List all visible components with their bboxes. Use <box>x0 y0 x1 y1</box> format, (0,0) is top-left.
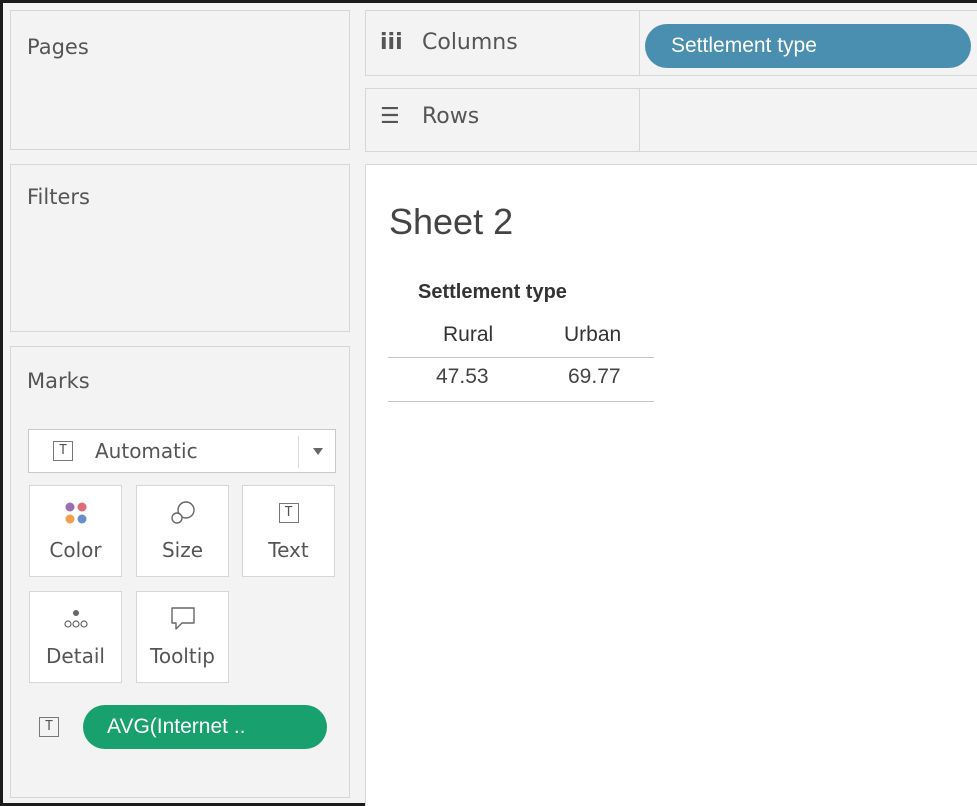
columns-label: Columns <box>422 30 518 55</box>
color-icon <box>30 500 121 526</box>
avg-internet-pill[interactable]: AVG(Internet .. <box>83 705 327 749</box>
value-cell-rural[interactable]: 47.53 <box>436 365 489 389</box>
column-field-header[interactable]: Settlement type <box>418 281 567 304</box>
size-label: Size <box>161 538 204 562</box>
filters-card[interactable]: Filters <box>10 164 350 332</box>
pages-title: Pages <box>27 35 89 59</box>
text-icon: T <box>53 441 73 461</box>
value-cell-urban[interactable]: 69.77 <box>568 365 621 389</box>
rows-shelf-label-area: ☰ Rows <box>366 89 640 151</box>
mark-type-label: Automatic <box>95 439 198 463</box>
dropdown-separator <box>298 436 299 468</box>
columns-shelf[interactable]: iii Columns Settlement type <box>365 10 977 76</box>
color-label: Color <box>49 538 102 562</box>
sheet-view[interactable]: Sheet 2 Settlement type Rural Urban 47.5… <box>365 164 977 806</box>
settlement-type-pill[interactable]: Settlement type <box>645 24 971 68</box>
header-divider <box>388 357 654 358</box>
filters-title: Filters <box>27 185 90 209</box>
tooltip-button[interactable]: Tooltip <box>136 591 229 683</box>
pages-card[interactable]: Pages <box>10 10 350 150</box>
rows-icon: ☰ <box>380 104 400 129</box>
detail-button[interactable]: Detail <box>29 591 122 683</box>
color-button[interactable]: Color <box>29 485 122 577</box>
marks-title: Marks <box>27 369 90 393</box>
size-icon <box>137 500 228 526</box>
sheet-title: Sheet 2 <box>389 201 514 242</box>
chevron-down-icon[interactable] <box>313 448 323 455</box>
text-button[interactable]: T Text <box>242 485 335 577</box>
marks-card: Marks T Automatic Color Size T Text Deta… <box>10 346 350 798</box>
rows-shelf[interactable]: ☰ Rows <box>365 88 977 152</box>
column-header-rural[interactable]: Rural <box>443 323 493 347</box>
text-icon: T <box>243 500 334 526</box>
size-button[interactable]: Size <box>136 485 229 577</box>
text-icon[interactable]: T <box>39 717 59 737</box>
detail-label: Detail <box>46 644 105 668</box>
rows-label: Rows <box>422 104 480 129</box>
columns-icon: iii <box>380 30 403 55</box>
table-bottom-divider <box>388 401 654 402</box>
column-header-urban[interactable]: Urban <box>564 323 621 347</box>
tooltip-label: Tooltip <box>150 644 215 668</box>
mark-type-dropdown[interactable]: T Automatic <box>28 429 336 473</box>
tooltip-icon <box>137 606 228 632</box>
detail-icon <box>30 606 121 632</box>
marks-field-row: T AVG(Internet .. <box>39 705 339 749</box>
columns-shelf-label-area: iii Columns <box>366 11 640 75</box>
text-label: Text <box>268 538 309 562</box>
